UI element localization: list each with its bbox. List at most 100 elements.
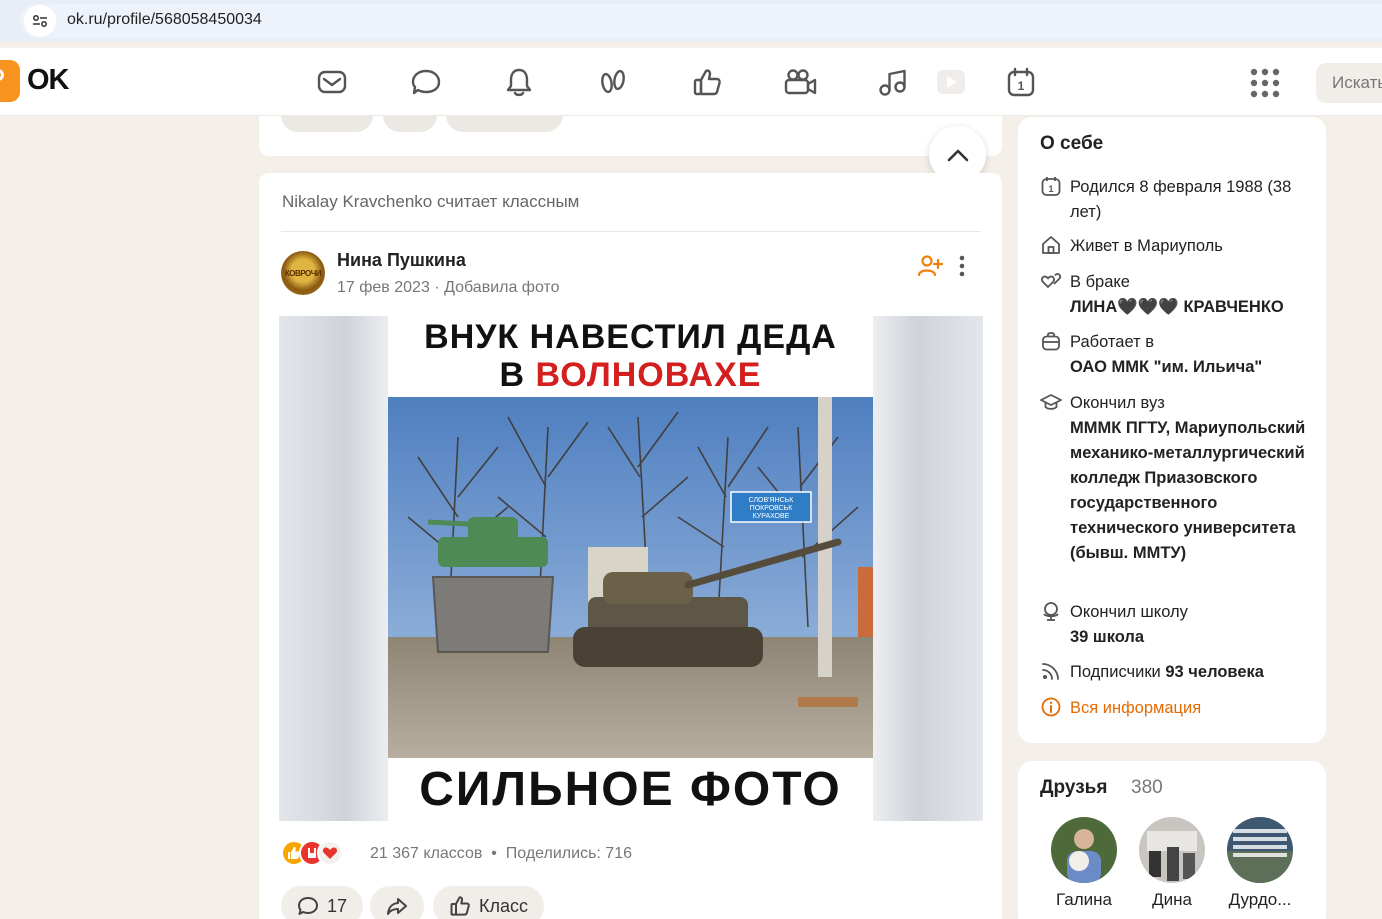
about-school: Окончил школу 39 школа — [1040, 600, 1310, 650]
marriage-partner[interactable]: ЛИНА🖤🖤🖤 КРАВЧЕНКО — [1070, 295, 1310, 320]
friends-count[interactable]: 380 — [1131, 777, 1163, 799]
search-input[interactable]: Искать — [1316, 63, 1382, 103]
all-info-link[interactable]: Вся информация — [1070, 696, 1310, 721]
comment-icon — [298, 897, 318, 915]
thumbs-up-icon — [450, 896, 470, 916]
caption-line-2: В ВОЛНОВАХЕ — [388, 356, 873, 394]
globe-icon — [1043, 602, 1059, 621]
post-photo[interactable]: ВНУК НАВЕСТИЛ ДЕДА В ВОЛНОВАХЕ СЛОВ'ЯНСЬ… — [279, 316, 983, 821]
caption-line-2-pre: В — [499, 356, 536, 394]
briefcase-icon — [1042, 332, 1060, 351]
heart-reaction-icon — [317, 840, 343, 866]
about-all-info[interactable]: Вся информация — [1040, 696, 1310, 721]
logo-text[interactable]: OK — [27, 64, 69, 97]
svg-text:1: 1 — [1018, 79, 1025, 93]
lives-city[interactable]: Мариуполь — [1137, 237, 1223, 255]
svg-text:1: 1 — [1048, 184, 1053, 194]
avatar-logo-text: КОВРОЧИ — [284, 268, 322, 278]
video-icon[interactable] — [782, 64, 818, 100]
lives-prefix: Живет в — [1070, 237, 1133, 255]
sign-line-1: СЛОВ'ЯНСЬК — [749, 497, 795, 504]
sign-line-3: КУРАХОВЕ — [753, 513, 790, 520]
music-icon[interactable] — [875, 64, 911, 100]
apps-grid-icon[interactable] — [1248, 66, 1282, 100]
friend-item[interactable]: Дурдо... — [1220, 817, 1300, 910]
subscribers-count[interactable]: 93 человека — [1165, 663, 1264, 681]
messages-icon[interactable] — [314, 64, 350, 100]
post-meta: 17 фев 2023 · Добавила фото — [337, 279, 560, 297]
divider — [281, 231, 981, 232]
calendar-icon[interactable]: 1 — [1003, 64, 1039, 100]
work-place[interactable]: ОАО ММК "им. Ильича" — [1070, 355, 1310, 380]
about-city: Живет в Мариуполь — [1040, 234, 1310, 259]
ok-logo-icon[interactable] — [0, 60, 20, 102]
caption-line-1: ВНУК НАВЕСТИЛ ДЕДА — [424, 318, 837, 356]
reaction-icons[interactable] — [281, 838, 343, 868]
photo-blur-right — [873, 316, 983, 821]
school-name[interactable]: 39 школа — [1070, 625, 1310, 650]
top-navigation: OK 1 Искать — [0, 48, 1382, 116]
friend-item[interactable]: Дина — [1132, 817, 1212, 910]
prev-share-button[interactable] — [383, 116, 437, 132]
home-icon — [1042, 236, 1060, 254]
post-stats: 21 367 классов • Поделились: 716 — [370, 845, 632, 863]
about-title: О себе — [1040, 133, 1104, 154]
graduation-cap-icon — [1040, 394, 1062, 410]
subscribers-label: Подписчики — [1070, 663, 1161, 681]
feed-post: Nikalay Kravchenko считает классным КОВР… — [259, 173, 1002, 919]
university-name[interactable]: МММК ПГТУ, Мариупольский механико-металл… — [1070, 416, 1310, 566]
prev-class-button[interactable] — [446, 116, 563, 132]
caption-city: ВОЛНОВАХЕ — [535, 356, 762, 394]
notifications-icon[interactable] — [501, 64, 537, 100]
shares-count[interactable]: Поделились: 716 — [506, 845, 632, 862]
friend-name[interactable]: Дурдо... — [1220, 890, 1300, 910]
more-options-icon[interactable] — [952, 253, 972, 279]
comment-count: 17 — [327, 895, 348, 916]
prev-comment-button[interactable] — [281, 116, 373, 132]
class-label: Класс — [479, 895, 528, 916]
discussions-icon[interactable] — [408, 64, 444, 100]
games-icon[interactable] — [931, 64, 967, 100]
likes-count[interactable]: 21 367 классов — [370, 845, 482, 862]
sign-line-2: ПОКРОВСЬК — [750, 505, 794, 512]
chevron-up-icon — [947, 149, 968, 161]
school-label: Окончил школу — [1070, 603, 1188, 621]
share-button[interactable] — [370, 886, 424, 919]
stats-dot: • — [486, 845, 506, 862]
friends-title[interactable]: Друзья — [1040, 777, 1107, 799]
author-avatar[interactable]: КОВРОЧИ — [281, 251, 325, 295]
about-work: Работает в ОАО ММК "им. Ильича" — [1040, 330, 1310, 380]
meta-dot: · — [434, 279, 445, 296]
avatar[interactable] — [1051, 817, 1117, 883]
photo-caption-top: ВНУК НАВЕСТИЛ ДЕДА В ВОЛНОВАХЕ — [388, 318, 873, 394]
hearts-icon — [1041, 273, 1062, 289]
about-marriage: В браке ЛИНА🖤🖤🖤 КРАВЧЕНКО — [1040, 270, 1310, 320]
guests-icon[interactable] — [595, 64, 631, 100]
post-date[interactable]: 17 фев 2023 — [337, 279, 430, 296]
about-card: О себе 1 Родился 8 февраля 1988 (38 лет)… — [1018, 117, 1326, 743]
liked-by-text[interactable]: Nikalay Kravchenko считает классным — [282, 192, 579, 212]
info-icon — [1041, 697, 1061, 717]
avatar[interactable] — [1139, 817, 1205, 883]
friend-name[interactable]: Дина — [1132, 890, 1212, 910]
url-text[interactable]: ok.ru/profile/568058450034 — [67, 11, 262, 29]
browser-address-bar: ok.ru/profile/568058450034 — [0, 0, 1382, 42]
add-friend-icon[interactable] — [917, 253, 944, 279]
avatar[interactable] — [1227, 817, 1293, 883]
previous-post-card — [259, 116, 1002, 156]
marriage-label: В браке — [1070, 273, 1130, 291]
reactions-icon[interactable] — [689, 64, 725, 100]
comment-button[interactable]: 17 — [281, 886, 364, 919]
friend-name[interactable]: Галина — [1044, 890, 1124, 910]
friends-card: Друзья 380 Галина Дина Дурдо... — [1018, 761, 1326, 919]
friend-item[interactable]: Галина — [1044, 817, 1124, 910]
calendar-icon: 1 — [1041, 177, 1061, 196]
birthday-text: Родился 8 февраля 1988 (38 лет) — [1070, 178, 1292, 221]
class-button[interactable]: Класс — [433, 886, 544, 919]
rss-icon — [1042, 663, 1059, 680]
site-settings-icon[interactable] — [24, 5, 56, 37]
share-icon — [387, 898, 407, 915]
photo-image: ВНУК НАВЕСТИЛ ДЕДА В ВОЛНОВАХЕ СЛОВ'ЯНСЬ… — [388, 316, 873, 821]
author-name[interactable]: Нина Пушкина — [337, 250, 466, 271]
about-university: Окончил вуз МММК ПГТУ, Мариупольский мех… — [1040, 391, 1310, 566]
